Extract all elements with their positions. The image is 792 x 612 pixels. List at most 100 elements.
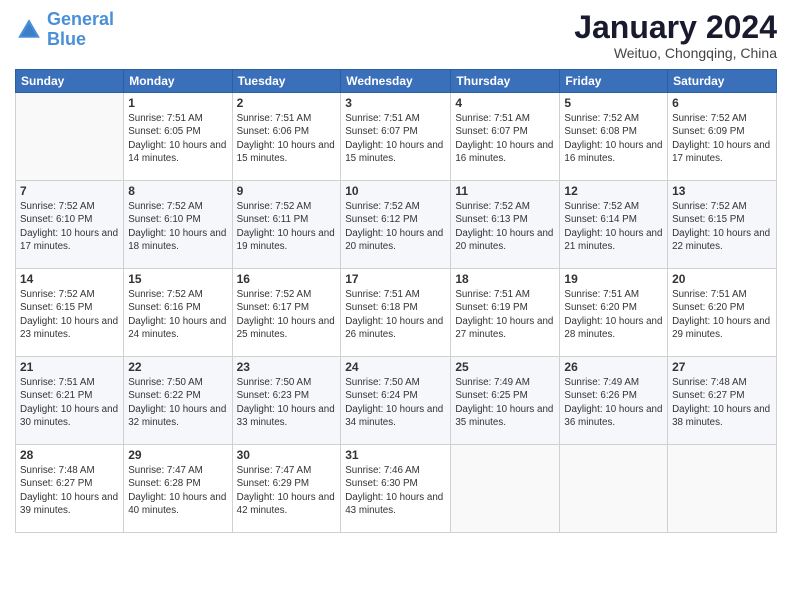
day-info: Sunrise: 7:50 AM Sunset: 6:24 PM Dayligh… — [345, 376, 446, 429]
week-row-5: 28 Sunrise: 7:48 AM Sunset: 6:27 PM Dayl… — [16, 445, 777, 533]
week-row-4: 21 Sunrise: 7:51 AM Sunset: 6:21 PM Dayl… — [16, 357, 777, 445]
sunset: Sunset: 6:21 PM — [20, 390, 92, 401]
col-thursday: Thursday — [451, 70, 560, 93]
sunset: Sunset: 6:30 PM — [345, 478, 417, 489]
day-cell: 12 Sunrise: 7:52 AM Sunset: 6:14 PM Dayl… — [560, 181, 668, 269]
col-monday: Monday — [124, 70, 232, 93]
day-number: 24 — [345, 360, 446, 374]
title-block: January 2024 Weituo, Chongqing, China — [574, 10, 777, 61]
day-number: 12 — [564, 184, 663, 198]
daylight: Daylight: 10 hours and 24 minutes. — [128, 316, 226, 340]
day-cell: 7 Sunrise: 7:52 AM Sunset: 6:10 PM Dayli… — [16, 181, 124, 269]
sunset: Sunset: 6:07 PM — [455, 126, 527, 137]
day-cell: 8 Sunrise: 7:52 AM Sunset: 6:10 PM Dayli… — [124, 181, 232, 269]
sunset: Sunset: 6:15 PM — [672, 214, 744, 225]
day-cell: 18 Sunrise: 7:51 AM Sunset: 6:19 PM Dayl… — [451, 269, 560, 357]
sunrise: Sunrise: 7:47 AM — [128, 465, 203, 476]
sunrise: Sunrise: 7:50 AM — [128, 377, 203, 388]
sunset: Sunset: 6:22 PM — [128, 390, 200, 401]
day-cell: 6 Sunrise: 7:52 AM Sunset: 6:09 PM Dayli… — [668, 93, 777, 181]
sunset: Sunset: 6:18 PM — [345, 302, 417, 313]
day-number: 7 — [20, 184, 119, 198]
sunrise: Sunrise: 7:50 AM — [345, 377, 420, 388]
sunset: Sunset: 6:09 PM — [672, 126, 744, 137]
day-number: 11 — [455, 184, 555, 198]
day-number: 14 — [20, 272, 119, 286]
sunset: Sunset: 6:16 PM — [128, 302, 200, 313]
logo-text: General Blue — [47, 10, 114, 50]
sunset: Sunset: 6:29 PM — [237, 478, 309, 489]
daylight: Daylight: 10 hours and 27 minutes. — [455, 316, 553, 340]
sunrise: Sunrise: 7:52 AM — [345, 201, 420, 212]
sunrise: Sunrise: 7:52 AM — [20, 201, 95, 212]
day-number: 16 — [237, 272, 337, 286]
daylight: Daylight: 10 hours and 22 minutes. — [672, 228, 770, 252]
col-wednesday: Wednesday — [341, 70, 451, 93]
day-number: 1 — [128, 96, 227, 110]
daylight: Daylight: 10 hours and 34 minutes. — [345, 404, 443, 428]
logo-line2: Blue — [47, 29, 86, 49]
day-number: 18 — [455, 272, 555, 286]
week-row-1: 1 Sunrise: 7:51 AM Sunset: 6:05 PM Dayli… — [16, 93, 777, 181]
sunrise: Sunrise: 7:52 AM — [564, 201, 639, 212]
day-number: 6 — [672, 96, 772, 110]
day-number: 8 — [128, 184, 227, 198]
day-cell: 4 Sunrise: 7:51 AM Sunset: 6:07 PM Dayli… — [451, 93, 560, 181]
day-cell: 29 Sunrise: 7:47 AM Sunset: 6:28 PM Dayl… — [124, 445, 232, 533]
daylight: Daylight: 10 hours and 29 minutes. — [672, 316, 770, 340]
day-cell: 28 Sunrise: 7:48 AM Sunset: 6:27 PM Dayl… — [16, 445, 124, 533]
sunrise: Sunrise: 7:47 AM — [237, 465, 312, 476]
day-cell: 11 Sunrise: 7:52 AM Sunset: 6:13 PM Dayl… — [451, 181, 560, 269]
day-cell: 23 Sunrise: 7:50 AM Sunset: 6:23 PM Dayl… — [232, 357, 341, 445]
day-cell: 21 Sunrise: 7:51 AM Sunset: 6:21 PM Dayl… — [16, 357, 124, 445]
col-sunday: Sunday — [16, 70, 124, 93]
sunset: Sunset: 6:15 PM — [20, 302, 92, 313]
day-info: Sunrise: 7:51 AM Sunset: 6:06 PM Dayligh… — [237, 112, 337, 165]
daylight: Daylight: 10 hours and 25 minutes. — [237, 316, 335, 340]
daylight: Daylight: 10 hours and 35 minutes. — [455, 404, 553, 428]
sunrise: Sunrise: 7:52 AM — [128, 201, 203, 212]
day-info: Sunrise: 7:52 AM Sunset: 6:11 PM Dayligh… — [237, 200, 337, 253]
daylight: Daylight: 10 hours and 40 minutes. — [128, 492, 226, 516]
day-cell: 1 Sunrise: 7:51 AM Sunset: 6:05 PM Dayli… — [124, 93, 232, 181]
day-number: 26 — [564, 360, 663, 374]
day-number: 15 — [128, 272, 227, 286]
sunset: Sunset: 6:06 PM — [237, 126, 309, 137]
daylight: Daylight: 10 hours and 21 minutes. — [564, 228, 662, 252]
page: General Blue January 2024 Weituo, Chongq… — [0, 0, 792, 612]
sunrise: Sunrise: 7:50 AM — [237, 377, 312, 388]
day-cell: 30 Sunrise: 7:47 AM Sunset: 6:29 PM Dayl… — [232, 445, 341, 533]
daylight: Daylight: 10 hours and 36 minutes. — [564, 404, 662, 428]
sunset: Sunset: 6:26 PM — [564, 390, 636, 401]
sunset: Sunset: 6:27 PM — [672, 390, 744, 401]
daylight: Daylight: 10 hours and 16 minutes. — [455, 140, 553, 164]
daylight: Daylight: 10 hours and 28 minutes. — [564, 316, 662, 340]
col-friday: Friday — [560, 70, 668, 93]
day-number: 25 — [455, 360, 555, 374]
sunset: Sunset: 6:24 PM — [345, 390, 417, 401]
day-info: Sunrise: 7:48 AM Sunset: 6:27 PM Dayligh… — [20, 464, 119, 517]
daylight: Daylight: 10 hours and 32 minutes. — [128, 404, 226, 428]
sunset: Sunset: 6:08 PM — [564, 126, 636, 137]
day-info: Sunrise: 7:51 AM Sunset: 6:19 PM Dayligh… — [455, 288, 555, 341]
header-row: Sunday Monday Tuesday Wednesday Thursday… — [16, 70, 777, 93]
week-row-3: 14 Sunrise: 7:52 AM Sunset: 6:15 PM Dayl… — [16, 269, 777, 357]
sunset: Sunset: 6:10 PM — [128, 214, 200, 225]
sunset: Sunset: 6:28 PM — [128, 478, 200, 489]
day-info: Sunrise: 7:52 AM Sunset: 6:14 PM Dayligh… — [564, 200, 663, 253]
subtitle: Weituo, Chongqing, China — [574, 45, 777, 61]
sunset: Sunset: 6:19 PM — [455, 302, 527, 313]
sunrise: Sunrise: 7:52 AM — [564, 113, 639, 124]
sunrise: Sunrise: 7:49 AM — [455, 377, 530, 388]
sunset: Sunset: 6:20 PM — [672, 302, 744, 313]
day-info: Sunrise: 7:49 AM Sunset: 6:25 PM Dayligh… — [455, 376, 555, 429]
day-info: Sunrise: 7:50 AM Sunset: 6:22 PM Dayligh… — [128, 376, 227, 429]
day-cell — [451, 445, 560, 533]
calendar: Sunday Monday Tuesday Wednesday Thursday… — [15, 69, 777, 533]
sunset: Sunset: 6:12 PM — [345, 214, 417, 225]
daylight: Daylight: 10 hours and 43 minutes. — [345, 492, 443, 516]
sunrise: Sunrise: 7:49 AM — [564, 377, 639, 388]
daylight: Daylight: 10 hours and 20 minutes. — [455, 228, 553, 252]
day-info: Sunrise: 7:52 AM Sunset: 6:15 PM Dayligh… — [20, 288, 119, 341]
sunrise: Sunrise: 7:51 AM — [564, 289, 639, 300]
